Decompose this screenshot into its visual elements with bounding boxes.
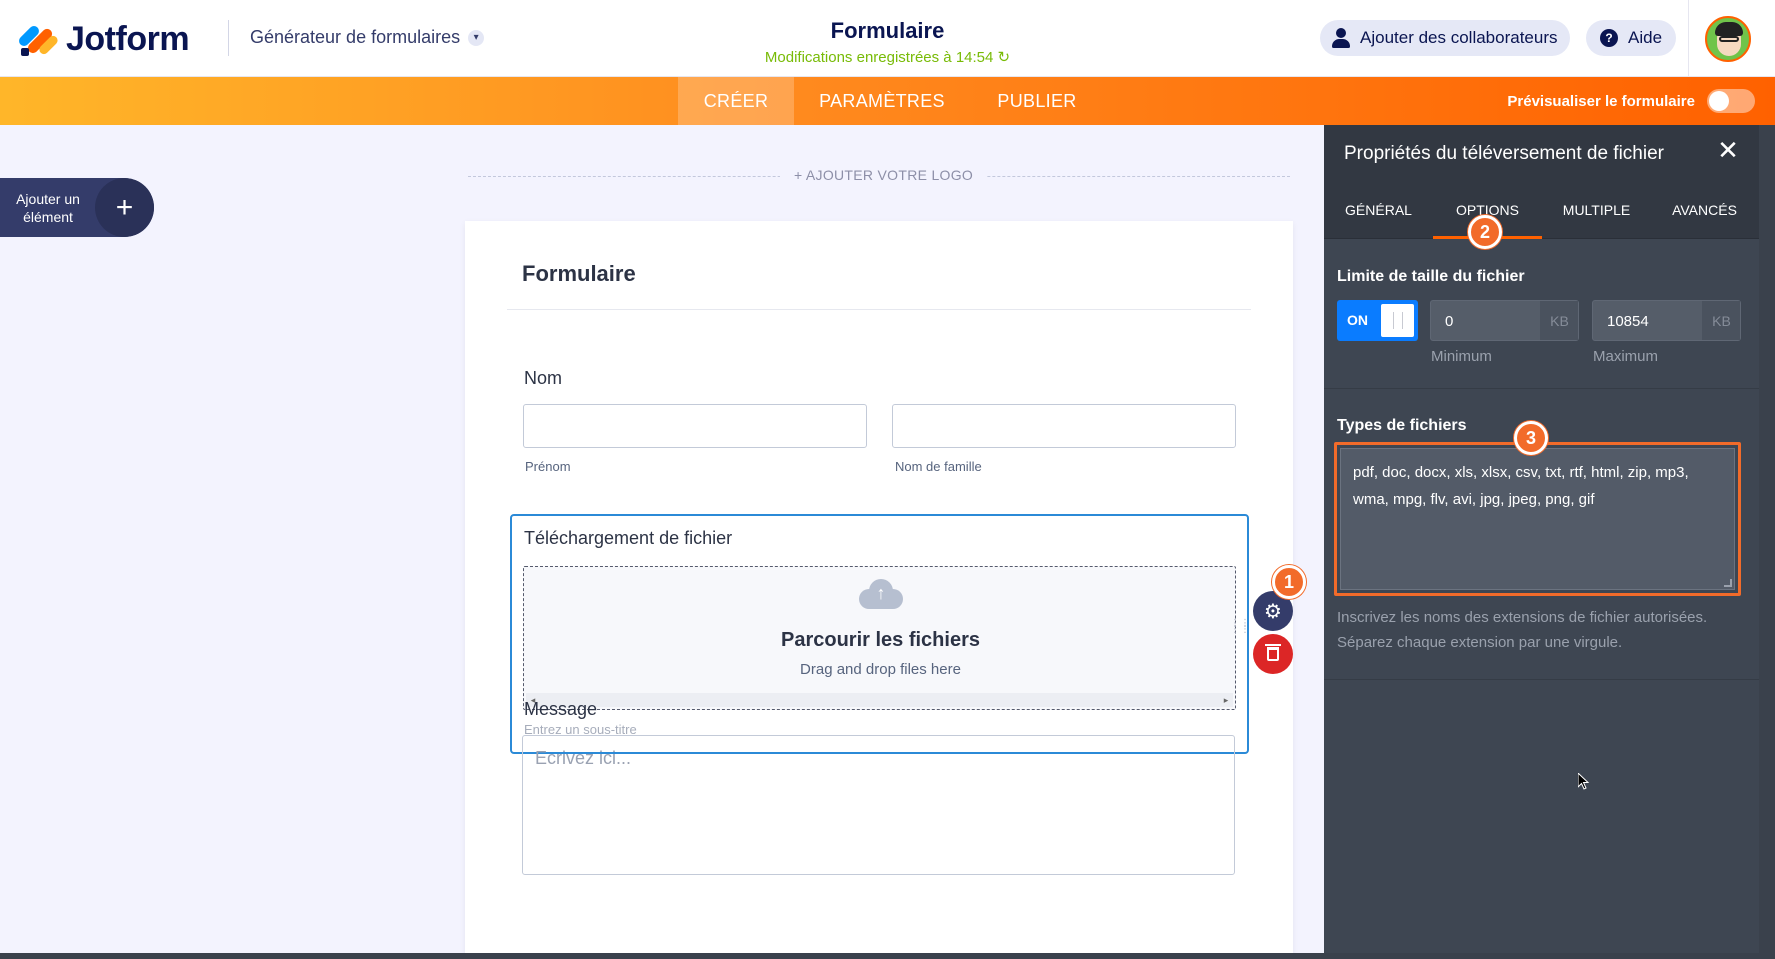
max-size-input[interactable]: 10854 KB: [1592, 300, 1741, 341]
add-element-label: Ajouter un élément: [16, 190, 80, 225]
panel-tab-general[interactable]: GÉNÉRAL: [1324, 181, 1433, 239]
tab-publish[interactable]: PUBLIER: [970, 77, 1104, 125]
add-element-button[interactable]: Ajouter un élément +: [0, 178, 154, 237]
refresh-icon: ↻: [997, 49, 1011, 66]
file-types-help: Inscrivez les noms des extensions de fic…: [1337, 609, 1708, 651]
drag-handle-icon[interactable]: ⋮⋮ ⋮⋮: [1230, 619, 1250, 645]
form-card: Formulaire Nom Prénom Nom de famille Tél…: [465, 221, 1293, 959]
panel-scrollbar[interactable]: [1759, 125, 1775, 959]
min-size-value: 0: [1445, 313, 1454, 330]
message-textarea[interactable]: Ecrivez ici...: [522, 735, 1235, 875]
browse-files-label: Parcourir les fichiers: [781, 629, 980, 651]
add-collaborators-button[interactable]: Ajouter des collaborateurs: [1320, 20, 1570, 56]
horizontal-scrollbar[interactable]: ◂ ▸: [526, 693, 1233, 707]
builder-nav: CRÉER PARAMÈTRES PUBLIER Prévisualiser l…: [0, 77, 1775, 125]
file-types-textarea[interactable]: pdf, doc, docx, xls, xlsx, csv, txt, rtf…: [1340, 448, 1735, 590]
panel-title: Propriétés du téléversement de fichier: [1344, 143, 1664, 164]
upload-field-label: Téléchargement de fichier: [524, 528, 733, 548]
first-name-sublabel: Prénom: [525, 459, 571, 474]
delete-field-button[interactable]: [1253, 634, 1293, 674]
min-size-input[interactable]: 0 KB: [1430, 300, 1579, 341]
step-badge-1: 1: [1272, 565, 1306, 599]
preview-label: Prévisualiser le formulaire: [1507, 92, 1695, 110]
step-badge-3: 3: [1514, 421, 1548, 455]
max-size-value: 10854: [1607, 313, 1649, 330]
message-field-label: Message: [524, 699, 598, 719]
bottom-bar: [0, 953, 1775, 959]
trash-icon: [1265, 644, 1281, 661]
last-name-input[interactable]: [892, 404, 1236, 448]
file-types-highlight: pdf, doc, docx, xls, xlsx, csv, txt, rtf…: [1334, 442, 1741, 596]
max-size-unit: KB: [1702, 301, 1740, 340]
file-upload-field[interactable]: Téléchargement de fichier ↑ Parcourir le…: [510, 514, 1249, 754]
help-label: Aide: [1628, 28, 1663, 47]
min-size-unit: KB: [1540, 301, 1578, 340]
min-caption: Minimum: [1431, 348, 1492, 365]
plus-icon: +: [95, 178, 154, 237]
size-limit-title: Limite de taille du fichier: [1337, 268, 1525, 285]
jotform-logo[interactable]: Jotform: [16, 20, 190, 59]
builder-menu-dropdown[interactable]: Générateur de formulaires ▾: [250, 27, 485, 48]
step-badge-2: 2: [1468, 215, 1502, 249]
name-field-label: Nom: [524, 368, 563, 388]
file-types-title: Types de fichiers: [1337, 417, 1467, 434]
upload-dropzone[interactable]: ↑ Parcourir les fichiers Drag and drop f…: [523, 566, 1236, 710]
toggle-on-label: ON: [1347, 312, 1368, 328]
panel-tab-multiple[interactable]: MULTIPLE: [1542, 181, 1651, 239]
preview-toggle[interactable]: [1707, 89, 1755, 113]
header-divider: [228, 20, 229, 56]
logo-text: Jotform: [66, 20, 190, 58]
size-limit-toggle[interactable]: ON: [1337, 300, 1418, 341]
panel-tabs: GÉNÉRAL OPTIONS MULTIPLE AVANCÉS: [1324, 181, 1759, 239]
user-icon: [1332, 28, 1350, 48]
top-header: Jotform Générateur de formulaires ▾ Form…: [0, 0, 1775, 77]
toggle-knob: [1381, 304, 1414, 337]
cloud-upload-icon: ↑: [859, 579, 903, 609]
max-caption: Maximum: [1593, 348, 1659, 365]
gear-icon: ⚙: [1264, 600, 1282, 623]
message-placeholder: Ecrivez ici...: [535, 748, 632, 768]
mouse-cursor-icon: [1578, 773, 1590, 790]
help-icon: ?: [1600, 29, 1618, 47]
heading-divider: [507, 309, 1251, 310]
file-types-value: pdf, doc, docx, xls, xlsx, csv, txt, rtf…: [1353, 464, 1689, 508]
user-avatar[interactable]: [1705, 16, 1751, 62]
properties-panel: Propriétés du téléversement de fichier ✕…: [1324, 125, 1759, 959]
preview-form-control: Prévisualiser le formulaire: [1507, 77, 1755, 125]
panel-header: Propriétés du téléversement de fichier ✕: [1324, 125, 1759, 181]
form-heading[interactable]: Formulaire: [522, 261, 636, 287]
tab-create[interactable]: CRÉER: [678, 77, 794, 125]
help-button[interactable]: ? Aide: [1586, 20, 1677, 56]
builder-menu-label: Générateur de formulaires: [250, 27, 461, 47]
avatar-divider: [1688, 0, 1689, 77]
last-name-sublabel: Nom de famille: [895, 459, 982, 474]
close-icon[interactable]: ✕: [1715, 137, 1741, 163]
chevron-down-icon: ▾: [468, 29, 485, 46]
panel-tab-advanced[interactable]: AVANCÉS: [1650, 181, 1759, 239]
add-collaborators-label: Ajouter des collaborateurs: [1360, 28, 1558, 47]
add-logo-link[interactable]: + AJOUTER VOTRE LOGO: [780, 167, 988, 183]
tab-settings[interactable]: PARAMÈTRES: [794, 77, 970, 125]
resize-handle-icon[interactable]: [1724, 579, 1732, 587]
drag-drop-hint: Drag and drop files here: [800, 661, 961, 678]
jotform-logo-icon: [16, 22, 60, 58]
scroll-right-icon[interactable]: ▸: [1219, 693, 1233, 707]
first-name-input[interactable]: [523, 404, 867, 448]
